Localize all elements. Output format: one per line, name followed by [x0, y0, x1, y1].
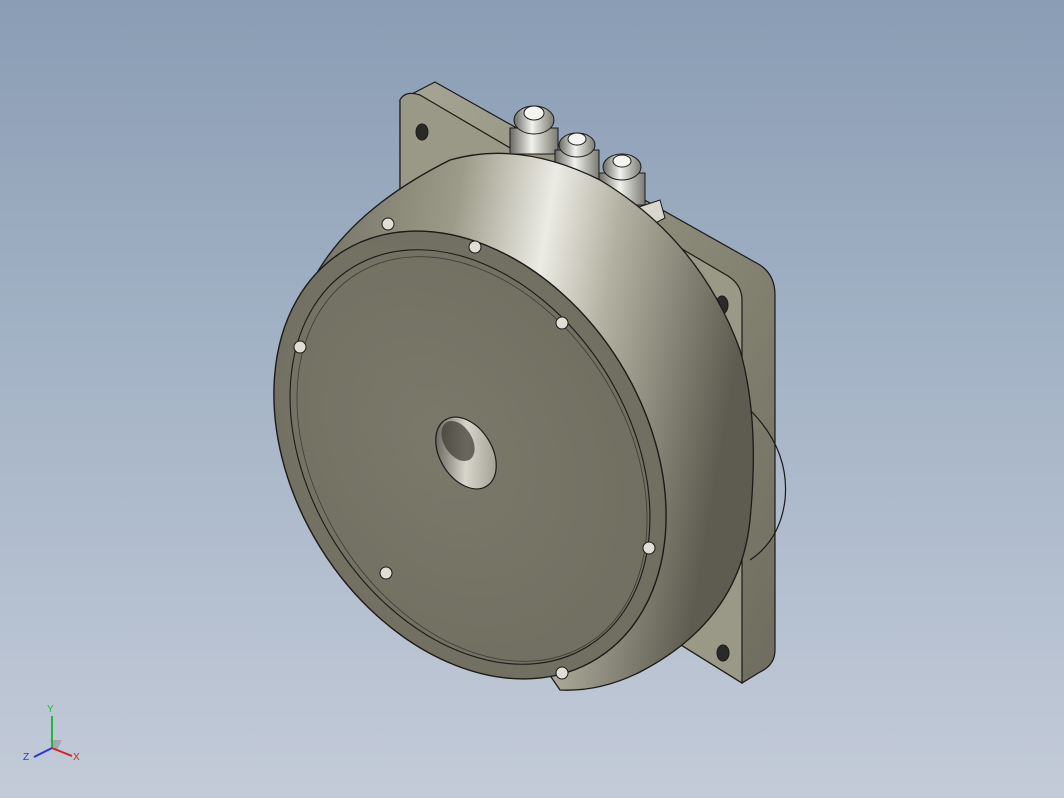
flange-hole-bottom-right	[716, 644, 730, 662]
face-bolt-hole	[379, 566, 393, 580]
cable-gland-1	[509, 105, 559, 155]
y-axis-label: Y	[47, 704, 54, 715]
motor-model[interactable]	[0, 0, 1064, 798]
x-axis-label: X	[73, 752, 80, 763]
face-bolt-hole	[555, 316, 569, 330]
face-bolt-hole	[642, 541, 656, 555]
flange-hole-top-left	[415, 123, 429, 141]
face-bolt-hole	[555, 666, 569, 680]
graphics-viewport[interactable]: Y X Z	[0, 0, 1064, 798]
face-bolt-hole	[468, 240, 482, 254]
orientation-triad[interactable]: Y X Z	[16, 700, 96, 780]
face-bolt-hole	[381, 217, 395, 231]
face-bolt-hole	[293, 340, 307, 354]
z-axis-line	[33, 747, 53, 758]
x-axis-line	[51, 747, 73, 757]
z-axis-label: Z	[23, 752, 29, 763]
